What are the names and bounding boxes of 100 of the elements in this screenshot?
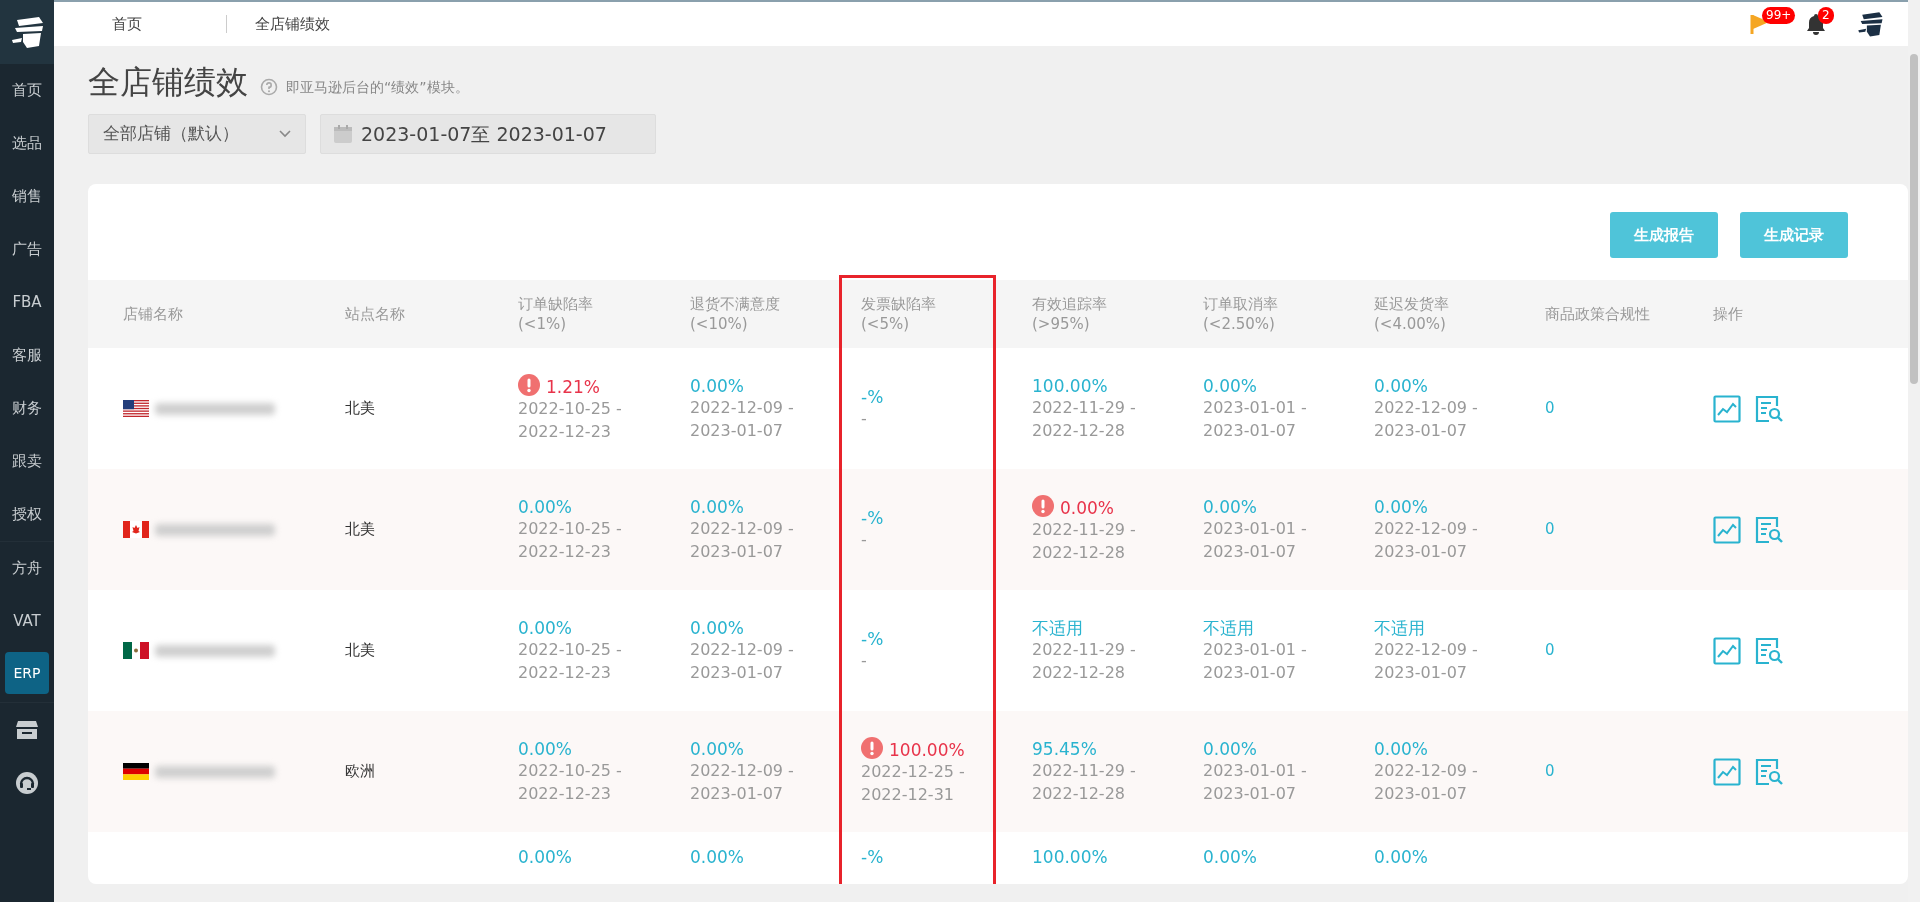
site-name: 北美 <box>345 399 375 418</box>
sidebar-item[interactable]: 选品 <box>0 117 54 170</box>
sidebar-item[interactable]: 首页 <box>0 64 54 117</box>
date-text: 2022-12-09 - <box>690 398 794 418</box>
store-icon[interactable] <box>15 718 39 741</box>
line-chart-icon[interactable] <box>1713 394 1741 423</box>
metric-value: 0.00% <box>1203 496 1258 519</box>
us-flag-icon <box>123 400 149 417</box>
breadcrumb-link[interactable]: 全店铺绩效 <box>255 12 330 36</box>
date-text: - <box>861 409 867 429</box>
metric-value: 100.00% <box>861 737 1032 762</box>
report-search-icon[interactable] <box>1755 757 1783 786</box>
sidebar-item[interactable]: 销售 <box>0 170 54 223</box>
date-text: 2023-01-07 <box>1203 420 1296 440</box>
metric-value: 0.00% <box>1203 846 1258 869</box>
chevron-down-icon <box>279 130 291 138</box>
metric-value: 不适用 <box>1032 617 1084 640</box>
date-text: 2022-12-09 - <box>1374 640 1478 660</box>
line-chart-icon[interactable] <box>1713 757 1741 786</box>
line-chart-icon[interactable] <box>1713 636 1741 665</box>
site-name: 北美 <box>345 520 375 539</box>
column-header: 商品政策合规性 <box>1545 303 1651 325</box>
page-title: 全店铺绩效 <box>88 62 248 103</box>
alert-icon <box>518 374 540 397</box>
column-header: 站点名称 <box>345 303 406 325</box>
metric-value: 0.00% <box>1374 738 1429 761</box>
sidebar-item[interactable]: 跟卖 <box>0 435 54 488</box>
compliance-count: 0 <box>1545 399 1555 417</box>
date-text: 2023-01-01 - <box>1203 398 1307 418</box>
help-icon[interactable] <box>260 78 278 96</box>
metric-value: 0.00% <box>690 617 745 640</box>
line-chart-icon[interactable] <box>1713 515 1741 544</box>
metric-value: 0.00% <box>518 617 573 640</box>
alert-icon <box>861 737 883 760</box>
sidebar-item[interactable]: 方舟 <box>0 542 54 595</box>
sidebar-item[interactable]: FBA <box>0 276 54 329</box>
date-text: 2023-01-07 <box>1203 783 1296 803</box>
metric-value: 0.00% <box>518 738 573 761</box>
date-text: 2023-01-07 <box>690 420 783 440</box>
metric-value: 0.00% <box>690 738 745 761</box>
sidebar-item[interactable]: VAT <box>0 595 54 648</box>
column-header: 订单取消率 (<2.50%) <box>1203 293 1279 335</box>
site-name: 北美 <box>345 641 375 660</box>
date-text: 2022-12-31 <box>861 784 954 804</box>
metric-value: 0.00% <box>1203 375 1258 398</box>
date-text: 2022-12-28 <box>1032 420 1125 440</box>
date-text: 2022-12-23 <box>518 541 611 561</box>
metric-value: 0.00% <box>518 846 573 869</box>
page-subtitle: 即亚马逊后台的“绩效”模块。 <box>286 78 469 97</box>
sidebar-item[interactable]: 授权 <box>0 488 54 541</box>
report-search-icon[interactable] <box>1755 515 1783 544</box>
column-header: 操作 <box>1713 303 1744 325</box>
column-header: 延迟发货率 (<4.00%) <box>1374 293 1450 335</box>
date-text: 2022-12-09 - <box>690 519 794 539</box>
report-search-icon[interactable] <box>1755 636 1783 665</box>
metric-value: 100.00% <box>1032 375 1109 398</box>
avatar-icon[interactable] <box>1856 10 1884 38</box>
date-text: 2022-12-23 <box>518 662 611 682</box>
sidebar-item[interactable]: 财务 <box>0 382 54 435</box>
date-text: 2023-01-07 <box>690 662 783 682</box>
date-text: 2022-12-09 - <box>690 640 794 660</box>
metric-value: 100.00% <box>1032 846 1109 869</box>
metric-value: -% <box>861 507 885 530</box>
date-text: 2022-12-09 - <box>1374 398 1478 418</box>
sidebar-item[interactable]: 广告 <box>0 223 54 276</box>
metric-value: 0.00% <box>518 496 573 519</box>
notification-badge: 99+ <box>1762 7 1796 24</box>
date-text: 2022-10-25 - <box>518 399 622 419</box>
date-text: 2022-12-23 <box>518 421 611 441</box>
date-text: 2022-11-29 - <box>1032 398 1136 418</box>
metric-value: -% <box>861 386 885 409</box>
sidebar-item[interactable]: 客服 <box>0 329 54 382</box>
date-text: 2022-11-29 - <box>1032 761 1136 781</box>
column-header: 店铺名称 <box>123 303 184 325</box>
date-text: 2023-01-07 <box>690 783 783 803</box>
metric-value: -% <box>861 628 885 651</box>
metric-value: 不适用 <box>1374 617 1426 640</box>
germany-flag-icon <box>123 763 149 780</box>
date-text: 2022-11-29 - <box>1032 640 1136 660</box>
report-search-icon[interactable] <box>1755 394 1783 423</box>
date-range-field[interactable]: 2023-01-07至 2023-01-07 <box>320 114 656 154</box>
alert-icon <box>1032 495 1054 518</box>
date-text: 2022-12-28 <box>1032 542 1125 562</box>
date-text: 2023-01-01 - <box>1203 640 1307 660</box>
compliance-count: 0 <box>1545 641 1555 659</box>
support-icon[interactable] <box>15 770 39 795</box>
mexico-flag-icon <box>123 642 149 659</box>
date-text: 2022-12-09 - <box>1374 519 1478 539</box>
scrollbar-thumb[interactable] <box>1910 54 1918 384</box>
metric-value: 1.21% <box>518 374 690 399</box>
column-header: 订单缺陷率 (<1%) <box>518 293 594 335</box>
metric-value: 不适用 <box>1203 617 1255 640</box>
logo-icon[interactable] <box>9 14 45 50</box>
metric-value: 0.00% <box>1374 375 1429 398</box>
date-text: 2023-01-07 <box>1374 662 1467 682</box>
store-select[interactable]: 全部店铺（默认） <box>88 114 306 154</box>
breadcrumb-link[interactable]: 首页 <box>112 12 142 36</box>
column-header: 发票缺陷率 (<5%) <box>861 293 937 335</box>
date-text: 2023-01-07 <box>1374 541 1467 561</box>
sidebar-item[interactable]: ERP <box>5 652 49 694</box>
